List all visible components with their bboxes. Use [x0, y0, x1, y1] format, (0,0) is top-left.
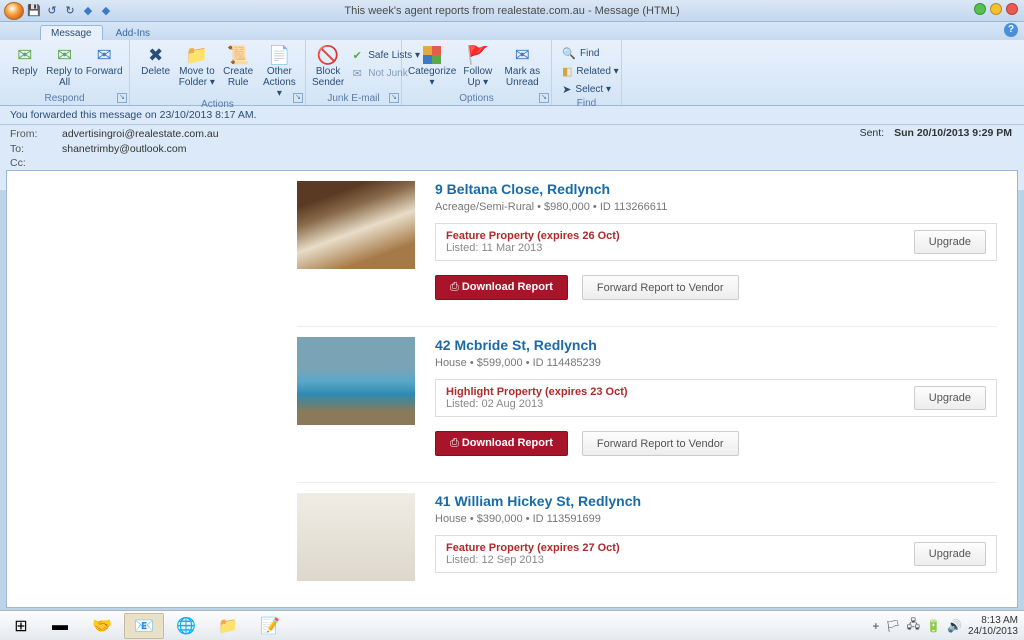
listing-title[interactable]: 9 Beltana Close, Redlynch	[435, 181, 997, 197]
listed-date: Listed: 11 Mar 2013	[446, 242, 542, 254]
upgrade-button[interactable]: Upgrade	[914, 230, 986, 254]
binoculars-icon: 🔍	[562, 46, 576, 60]
listing-row: 9 Beltana Close, Redlynch Acreage/Semi-R…	[297, 171, 997, 326]
feature-status: Feature Property (expires 27 Oct)	[446, 542, 620, 554]
from-label: From:	[10, 127, 54, 142]
office-button[interactable]	[4, 2, 24, 20]
listing-meta: House • $599,000 • ID 114485239	[435, 357, 997, 369]
group-respond-caption: Respond	[6, 93, 123, 105]
reply-all-button[interactable]: ✉Reply to All	[46, 42, 84, 88]
forward-vendor-button[interactable]: Forward Report to Vendor	[582, 431, 739, 456]
next-icon[interactable]: ◆	[98, 3, 114, 19]
listed-date: Listed: 02 Aug 2013	[446, 398, 543, 410]
listing-title[interactable]: 42 Mcbride St, Redlynch	[435, 337, 997, 353]
listing-status-box: Highlight Property (expires 23 Oct) List…	[435, 379, 997, 417]
junk-launcher-icon[interactable]: ↘	[389, 93, 399, 103]
download-report-button[interactable]: Download Report	[435, 431, 568, 456]
ribbon: ✉Reply ✉Reply to All ✉Forward Respond ↘ …	[0, 40, 1024, 106]
actions-launcher-icon[interactable]: ↘	[293, 93, 303, 103]
from-value: advertisingroi@realestate.com.au	[62, 127, 219, 142]
listing-thumbnail	[297, 337, 415, 425]
check-icon: ✔	[350, 48, 364, 62]
taskbar-notepad[interactable]: 📝	[250, 613, 290, 639]
listing-status-box: Feature Property (expires 26 Oct) Listed…	[435, 223, 997, 261]
listing-thumbnail	[297, 493, 415, 581]
tray-battery-icon[interactable]: 🔋	[926, 619, 941, 633]
titlebar: 💾 ↺ ↻ ◆ ◆ This week's agent reports from…	[0, 0, 1024, 22]
follow-up-button[interactable]: 🚩Follow Up ▾	[458, 42, 498, 88]
message-body[interactable]: 9 Beltana Close, Redlynch Acreage/Semi-R…	[6, 170, 1018, 608]
sent-value: Sun 20/10/2013 9:29 PM	[894, 127, 1012, 139]
windows-icon: ⊞	[14, 616, 27, 636]
move-to-folder-button[interactable]: 📁Move to Folder ▾	[177, 42, 216, 88]
prev-icon[interactable]: ◆	[80, 3, 96, 19]
window-title: This week's agent reports from realestat…	[344, 5, 679, 17]
cc-label: Cc:	[10, 156, 54, 171]
clock-date: 24/10/2013	[968, 626, 1018, 637]
forward-button[interactable]: ✉Forward	[85, 42, 123, 77]
undo-icon[interactable]: ↺	[44, 3, 60, 19]
to-label: To:	[10, 142, 54, 157]
mail-icon: ✉	[350, 66, 364, 80]
listing-row: 41 William Hickey St, Redlynch House • $…	[297, 482, 997, 608]
maximize-icon[interactable]	[990, 3, 1002, 15]
group-options-caption: Options	[408, 93, 545, 105]
tray-plus-icon[interactable]: +	[872, 619, 879, 633]
download-report-button[interactable]: Download Report	[435, 275, 568, 300]
to-value: shanetrimby@outlook.com	[62, 142, 186, 157]
related-button[interactable]: ◧Related ▾	[558, 62, 615, 80]
other-actions-button[interactable]: 📄Other Actions ▾	[260, 42, 299, 99]
listing-row: 42 Mcbride St, Redlynch House • $599,000…	[297, 326, 997, 482]
forward-vendor-button[interactable]: Forward Report to Vendor	[582, 275, 739, 300]
help-icon[interactable]: ?	[1004, 23, 1018, 37]
tab-message[interactable]: Message	[40, 25, 103, 40]
group-actions-caption: Actions	[136, 99, 299, 111]
redo-icon[interactable]: ↻	[62, 3, 78, 19]
respond-launcher-icon[interactable]: ↘	[117, 93, 127, 103]
find-button[interactable]: 🔍Find	[558, 44, 615, 62]
tray-network-icon[interactable]: 🖧	[907, 615, 920, 636]
listing-meta: House • $390,000 • ID 113591699	[435, 513, 997, 525]
listing-meta: Acreage/Semi-Rural • $980,000 • ID 11326…	[435, 201, 997, 213]
listing-status-box: Feature Property (expires 27 Oct) Listed…	[435, 535, 997, 573]
minimize-icon[interactable]	[974, 3, 986, 15]
upgrade-button[interactable]: Upgrade	[914, 386, 986, 410]
create-rule-button[interactable]: 📜Create Rule	[219, 42, 258, 88]
taskbar: ⊞ ▬ 🤝 📧 🌐 📁 📝 + 🏳 🖧 🔋 🔊 8:13 AM 24/10/20…	[0, 610, 1024, 640]
taskbar-terminal[interactable]: ▬	[40, 613, 80, 639]
feature-status: Highlight Property (expires 23 Oct)	[446, 386, 628, 398]
clock-time: 8:13 AM	[968, 615, 1018, 626]
select-button[interactable]: ➤Select ▾	[558, 80, 615, 98]
options-launcher-icon[interactable]: ↘	[539, 93, 549, 103]
start-button[interactable]: ⊞	[4, 614, 38, 638]
taskbar-clock[interactable]: 8:13 AM 24/10/2013	[968, 615, 1018, 637]
listed-date: Listed: 12 Sep 2013	[446, 554, 544, 566]
related-icon: ◧	[562, 64, 572, 78]
taskbar-outlook[interactable]: 📧	[124, 613, 164, 639]
taskbar-explorer[interactable]: 📁	[208, 613, 248, 639]
feature-status: Feature Property (expires 26 Oct)	[446, 230, 620, 242]
listing-thumbnail	[297, 181, 415, 269]
tray-flag-icon[interactable]: 🏳	[885, 619, 900, 633]
listing-title[interactable]: 41 William Hickey St, Redlynch	[435, 493, 997, 509]
cursor-icon: ➤	[562, 82, 571, 96]
categorize-button[interactable]: Categorize ▾	[408, 42, 456, 88]
group-junk-caption: Junk E-mail	[312, 93, 395, 105]
group-find-caption: Find	[558, 98, 615, 110]
sent-label: Sent:	[860, 127, 885, 139]
upgrade-button[interactable]: Upgrade	[914, 542, 986, 566]
tray-volume-icon[interactable]: 🔊	[947, 619, 962, 633]
ribbon-tabs: Message Add-Ins ?	[0, 22, 1024, 40]
close-icon[interactable]	[1006, 3, 1018, 15]
block-sender-button[interactable]: 🚫Block Sender	[312, 42, 344, 88]
save-icon[interactable]: 💾	[26, 3, 42, 19]
taskbar-handshake[interactable]: 🤝	[82, 613, 122, 639]
delete-button[interactable]: ✖Delete	[136, 42, 175, 77]
tab-addins[interactable]: Add-Ins	[105, 25, 161, 40]
reply-button[interactable]: ✉Reply	[6, 42, 44, 77]
mark-unread-button[interactable]: ✉Mark as Unread	[500, 42, 545, 88]
taskbar-chrome[interactable]: 🌐	[166, 613, 206, 639]
